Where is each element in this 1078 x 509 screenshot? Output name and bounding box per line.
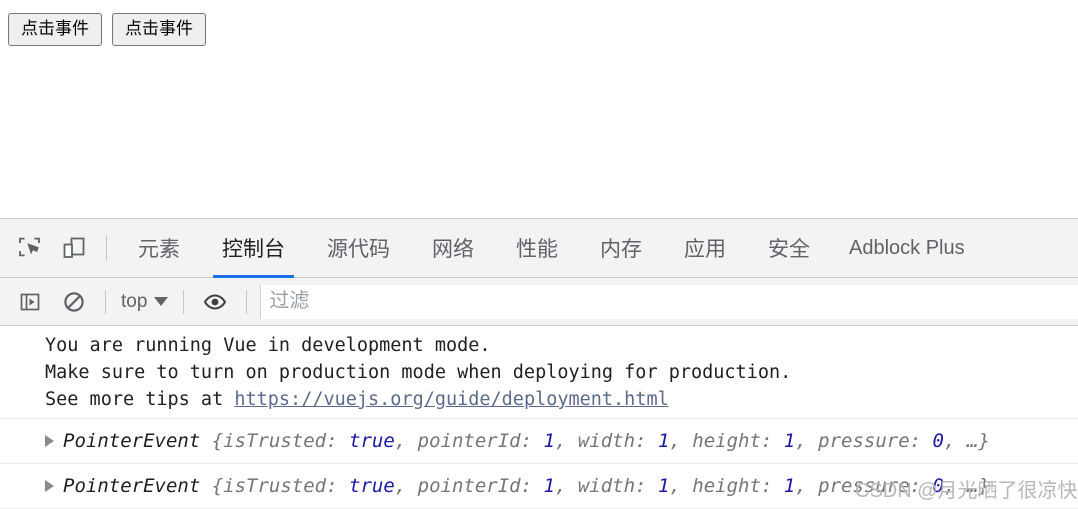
sep-1: , (394, 429, 418, 452)
expand-triangle-icon[interactable] (45, 479, 54, 492)
prop-key-pressure: pressure: (818, 474, 933, 497)
pointerevent-preview-1: PointerEvent {isTrusted: true, pointerId… (63, 430, 990, 452)
prop-key-height: height: (692, 429, 784, 452)
console-toolbar-divider-1 (105, 289, 106, 314)
pointerevent-open-brace: { (200, 474, 224, 497)
vue-warning-line-3: See more tips at https://vuejs.org/guide… (0, 386, 1078, 413)
sep-5: , (943, 474, 956, 497)
tab-performance[interactable]: 性能 (495, 219, 579, 278)
live-expression-eye-icon[interactable] (193, 280, 237, 324)
prop-val-isTrusted: true (349, 474, 395, 497)
sep-4: , (795, 474, 819, 497)
console-toolbar-divider-3 (246, 289, 248, 314)
tab-adblock-plus[interactable]: Adblock Plus (831, 219, 983, 278)
tab-sources[interactable]: 源代码 (306, 219, 411, 278)
console-toolbar: top (0, 278, 1078, 326)
console-message-pointerevent-1: PointerEvent {isTrusted: true, pointerId… (0, 419, 1078, 464)
prop-key-width: width: (577, 429, 658, 452)
tab-security[interactable]: 安全 (747, 219, 831, 278)
sep-2: , (554, 429, 578, 452)
console-message-pointerevent-2: PointerEvent {isTrusted: true, pointerId… (0, 464, 1078, 509)
pointerevent-row-1[interactable]: PointerEvent {isTrusted: true, pointerId… (0, 422, 1078, 459)
prop-val-pointerId: 1 (543, 429, 555, 452)
prop-val-pressure: 0 (932, 474, 944, 497)
sep-5: , (943, 429, 956, 452)
pointerevent-row-2[interactable]: PointerEvent {isTrusted: true, pointerId… (0, 467, 1078, 504)
prop-val-width: 1 (657, 429, 670, 452)
sep-4: , (795, 429, 819, 452)
clear-console-icon[interactable] (52, 280, 96, 324)
pointerevent-ellipsis: …} (955, 429, 990, 452)
toolbar-divider (106, 235, 107, 261)
prop-key-isTrusted: isTrusted: (223, 474, 350, 497)
tab-memory[interactable]: 内存 (579, 219, 663, 278)
prop-key-pressure: pressure: (818, 429, 933, 452)
console-toolbar-divider-2 (183, 289, 185, 314)
tab-console[interactable]: 控制台 (201, 219, 306, 278)
devtools-tabs: 元素 控制台 源代码 网络 性能 内存 应用 安全 Adblock Plus (117, 219, 983, 278)
prop-key-height: height: (692, 474, 784, 497)
sep-2: , (554, 474, 578, 497)
prop-val-height: 1 (783, 474, 796, 497)
console-context-selector[interactable]: top (115, 291, 174, 313)
sep-3: , (669, 429, 693, 452)
vue-warning-line-3-prefix: See more tips at (45, 389, 235, 410)
prop-val-pointerId: 1 (543, 474, 555, 497)
pointerevent-ellipsis: …} (955, 474, 990, 497)
pointerevent-preview-2: PointerEvent {isTrusted: true, pointerId… (63, 475, 990, 497)
devtools-toolbar-icons (0, 226, 117, 270)
prop-val-pressure: 0 (932, 429, 944, 452)
expand-triangle-icon[interactable] (45, 434, 54, 447)
console-context-label: top (121, 290, 148, 312)
vue-warning-line-2: Make sure to turn on production mode whe… (45, 362, 792, 383)
vue-deployment-guide-link[interactable]: https://vuejs.org/guide/deployment.html (234, 389, 668, 410)
sep-1: , (394, 474, 418, 497)
show-console-sidebar-icon[interactable] (8, 280, 52, 324)
prop-key-pointerId: pointerId: (417, 474, 544, 497)
pointerevent-constructor: PointerEvent (63, 429, 201, 452)
prop-val-height: 1 (783, 429, 796, 452)
pointerevent-constructor: PointerEvent (63, 474, 201, 497)
console-message-vue-warning: You are running Vue in development mode.… (0, 326, 1078, 419)
console-filter-input[interactable] (260, 284, 1078, 319)
pointerevent-open-brace: { (200, 429, 224, 452)
prop-val-width: 1 (657, 474, 670, 497)
chevron-down-icon (154, 297, 169, 306)
devtools-tab-bar: 元素 控制台 源代码 网络 性能 内存 应用 安全 Adblock Plus (0, 219, 1078, 278)
click-event-button-1[interactable]: 点击事件 (8, 13, 102, 46)
vue-warning-line-1: You are running Vue in development mode. (45, 335, 491, 356)
page-button-row: 点击事件 点击事件 (8, 13, 206, 46)
inspect-element-icon[interactable] (8, 226, 52, 270)
devtools-panel: 元素 控制台 源代码 网络 性能 内存 应用 安全 Adblock Plus t… (0, 218, 1078, 509)
prop-val-isTrusted: true (349, 429, 395, 452)
click-event-button-2[interactable]: 点击事件 (112, 13, 206, 46)
prop-key-pointerId: pointerId: (417, 429, 544, 452)
device-toolbar-icon[interactable] (52, 226, 96, 270)
tab-elements[interactable]: 元素 (117, 219, 201, 278)
console-message-list: You are running Vue in development mode.… (0, 326, 1078, 509)
sep-3: , (669, 474, 693, 497)
web-page-viewport: 点击事件 点击事件 (0, 0, 1078, 218)
tab-network[interactable]: 网络 (411, 219, 495, 278)
prop-key-isTrusted: isTrusted: (223, 429, 350, 452)
tab-application[interactable]: 应用 (663, 219, 747, 278)
prop-key-width: width: (577, 474, 658, 497)
